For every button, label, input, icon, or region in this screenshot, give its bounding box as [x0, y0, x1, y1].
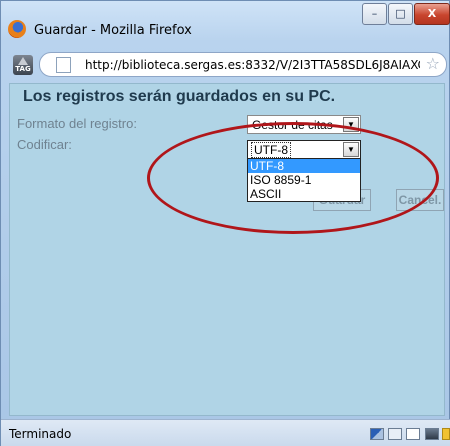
title-bar[interactable]: Guardar - Mozilla Firefox – □ X [1, 1, 450, 47]
cancel-button[interactable]: Cancel. [396, 189, 444, 211]
encoding-option[interactable]: ASCII [248, 187, 360, 201]
chevron-down-icon[interactable]: ▼ [343, 142, 359, 157]
zoom-icon[interactable] [388, 428, 402, 440]
screen-icon[interactable] [425, 428, 439, 440]
firefox-logo-icon [8, 20, 26, 38]
encoding-select-value: UTF-8 [251, 142, 291, 158]
minimize-button[interactable]: – [362, 3, 387, 25]
encoding-option[interactable]: ISO 8859-1 [248, 173, 360, 187]
dialog-content: Los registros serán guardados en su PC. … [9, 83, 445, 416]
format-label: Formato del registro: [17, 116, 137, 131]
encoding-select[interactable]: UTF-8 ▼ [247, 140, 361, 159]
address-bar: TAG http://biblioteca.sergas.es:8332/V/2… [1, 47, 450, 81]
bookmark-star-icon[interactable]: ☆ [426, 56, 440, 72]
page-title: Los registros serán guardados en su PC. [23, 88, 336, 105]
status-text: Terminado [9, 427, 72, 441]
encoding-option[interactable]: UTF-8 [248, 159, 360, 173]
encoding-dropdown-list: UTF-8 ISO 8859-1 ASCII [247, 158, 361, 202]
window-title: Guardar - Mozilla Firefox [34, 23, 192, 38]
browser-window: Guardar - Mozilla Firefox – □ X TAG http… [0, 0, 450, 446]
encoding-label: Codificar: [17, 137, 72, 152]
display-mode-icon[interactable] [370, 428, 384, 440]
url-text[interactable]: http://biblioteca.sergas.es:8332/V/2I3TT… [85, 58, 420, 72]
url-field[interactable]: http://biblioteca.sergas.es:8332/V/2I3TT… [39, 52, 447, 77]
mail-icon[interactable] [406, 428, 420, 440]
status-bar: Terminado [1, 419, 450, 446]
chevron-down-icon[interactable]: ▼ [343, 117, 359, 132]
format-select[interactable]: Gestor de citas ▼ [247, 115, 361, 134]
addon-icon[interactable] [442, 428, 450, 440]
site-identity-icon[interactable] [56, 57, 71, 73]
maximize-button[interactable]: □ [388, 3, 413, 25]
format-select-value: Gestor de citas [252, 118, 333, 132]
tag-icon[interactable]: TAG [13, 55, 33, 75]
close-button[interactable]: X [414, 3, 450, 25]
